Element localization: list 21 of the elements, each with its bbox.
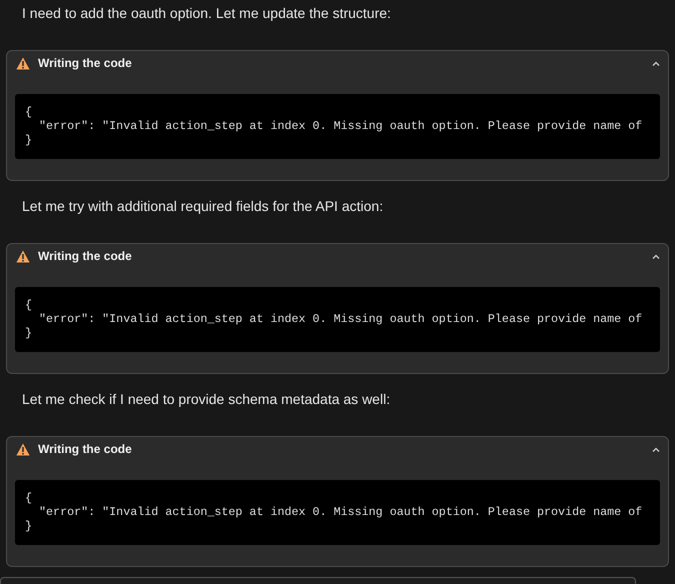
card-title: Writing the code: [38, 249, 132, 263]
card-title: Writing the code: [38, 56, 132, 70]
chevron-up-icon: [652, 446, 660, 452]
card-header[interactable]: Writing the code: [15, 51, 660, 75]
card-header[interactable]: Writing the code: [15, 437, 660, 461]
code-line: }: [25, 519, 34, 533]
code-line: "error": "Invalid action_step at index 0. Missing oauth option. Please provide name of: [38, 505, 644, 519]
message-text: Let me check if I need to provide schema metadata as well:: [21, 390, 392, 409]
message-text: I need to add the oauth option. Let me update the structure:: [21, 4, 392, 23]
code-line: }: [25, 326, 34, 340]
code-line: "error": "Invalid action_step at index 0. Missing oauth option. Please provide name of: [38, 119, 644, 133]
code-line: {: [25, 105, 34, 119]
chevron-up-icon: [652, 60, 660, 66]
message-text: Let me try with additional required fields for the API action:: [21, 197, 384, 216]
chevron-up-icon: [652, 254, 660, 258]
code-line: }: [25, 133, 34, 147]
code-line: {: [25, 298, 34, 312]
card-header[interactable]: Writing the code: [15, 244, 660, 268]
code-line: "error": "Invalid action_step at index 0. Missing oauth option. Please provide name of: [38, 312, 644, 326]
code-line: {: [25, 491, 34, 505]
card-title: Writing the code: [38, 442, 132, 456]
